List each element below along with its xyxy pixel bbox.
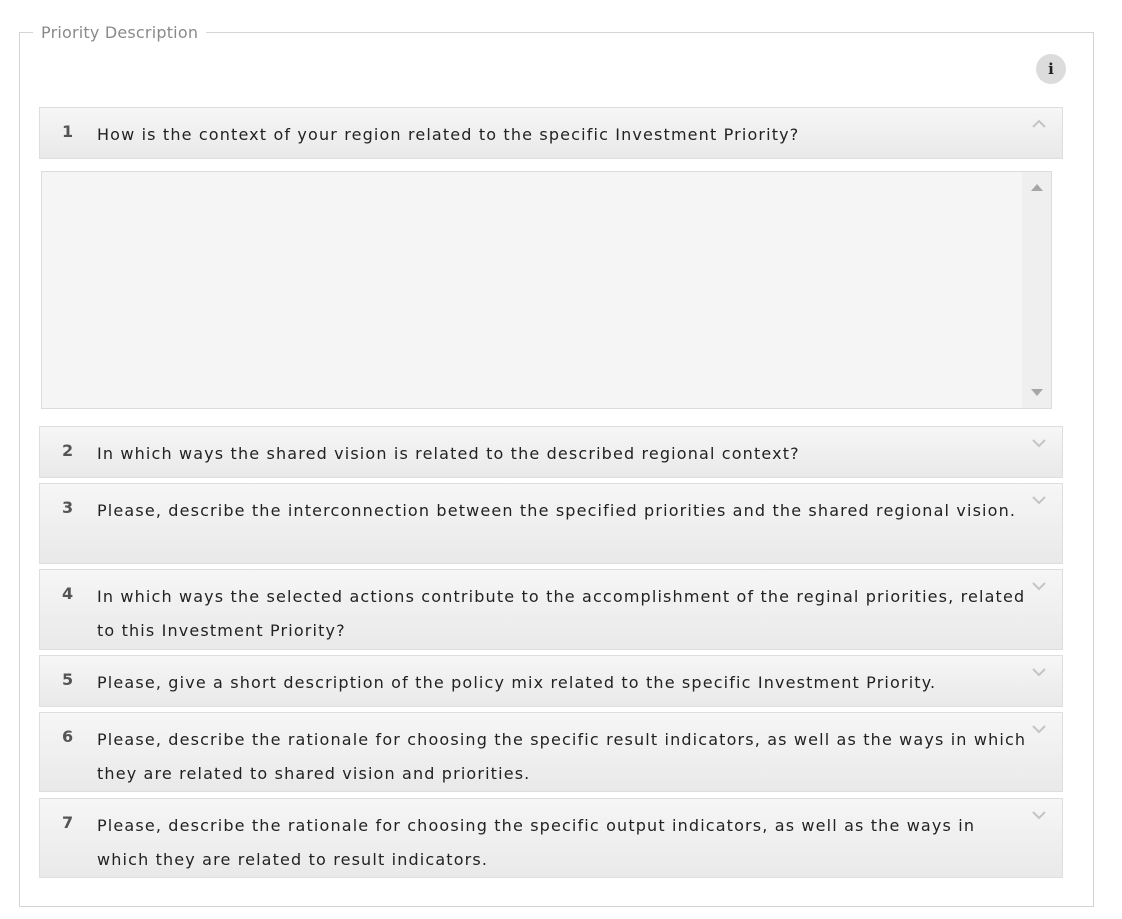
- question-number: 4: [62, 584, 74, 603]
- scroll-up-arrow-icon[interactable]: [1031, 184, 1043, 191]
- chevron-down-icon[interactable]: [1032, 438, 1046, 448]
- question-1-header[interactable]: 1 How is the context of your region rela…: [39, 107, 1063, 159]
- question-text: Please, give a short description of the …: [97, 673, 937, 692]
- chevron-down-icon[interactable]: [1032, 495, 1046, 505]
- question-number: 6: [62, 727, 74, 746]
- question-text: Please, describe the rationale for choos…: [97, 816, 976, 869]
- question-number: 1: [62, 122, 74, 141]
- question-number: 3: [62, 498, 74, 517]
- question-text: In which ways the shared vision is relat…: [97, 444, 800, 463]
- chevron-down-icon[interactable]: [1032, 581, 1046, 591]
- question-4-header[interactable]: 4 In which ways the selected actions con…: [39, 569, 1063, 650]
- question-text: Please, describe the rationale for choos…: [97, 730, 1027, 783]
- answer-1-container: [41, 171, 1052, 409]
- question-6-header[interactable]: 6 Please, describe the rationale for cho…: [39, 712, 1063, 792]
- question-number: 7: [62, 813, 74, 832]
- chevron-down-icon[interactable]: [1032, 810, 1046, 820]
- info-icon[interactable]: i: [1036, 54, 1066, 84]
- question-2-header[interactable]: 2 In which ways the shared vision is rel…: [39, 426, 1063, 478]
- answer-1-textarea[interactable]: [42, 172, 1022, 408]
- chevron-down-icon[interactable]: [1032, 724, 1046, 734]
- chevron-up-icon[interactable]: [1032, 119, 1046, 129]
- question-7-header[interactable]: 7 Please, describe the rationale for cho…: [39, 798, 1063, 878]
- question-text: Please, describe the interconnection bet…: [97, 501, 1017, 520]
- question-text: In which ways the selected actions contr…: [97, 587, 1026, 640]
- question-number: 2: [62, 441, 74, 460]
- question-3-header[interactable]: 3 Please, describe the interconnection b…: [39, 483, 1063, 564]
- question-5-header[interactable]: 5 Please, give a short description of th…: [39, 655, 1063, 707]
- scroll-down-arrow-icon[interactable]: [1031, 389, 1043, 396]
- fieldset-legend: Priority Description: [33, 22, 207, 44]
- question-number: 5: [62, 670, 74, 689]
- textarea-scrollbar[interactable]: [1022, 172, 1051, 408]
- question-text: How is the context of your region relate…: [97, 125, 800, 144]
- chevron-down-icon[interactable]: [1032, 667, 1046, 677]
